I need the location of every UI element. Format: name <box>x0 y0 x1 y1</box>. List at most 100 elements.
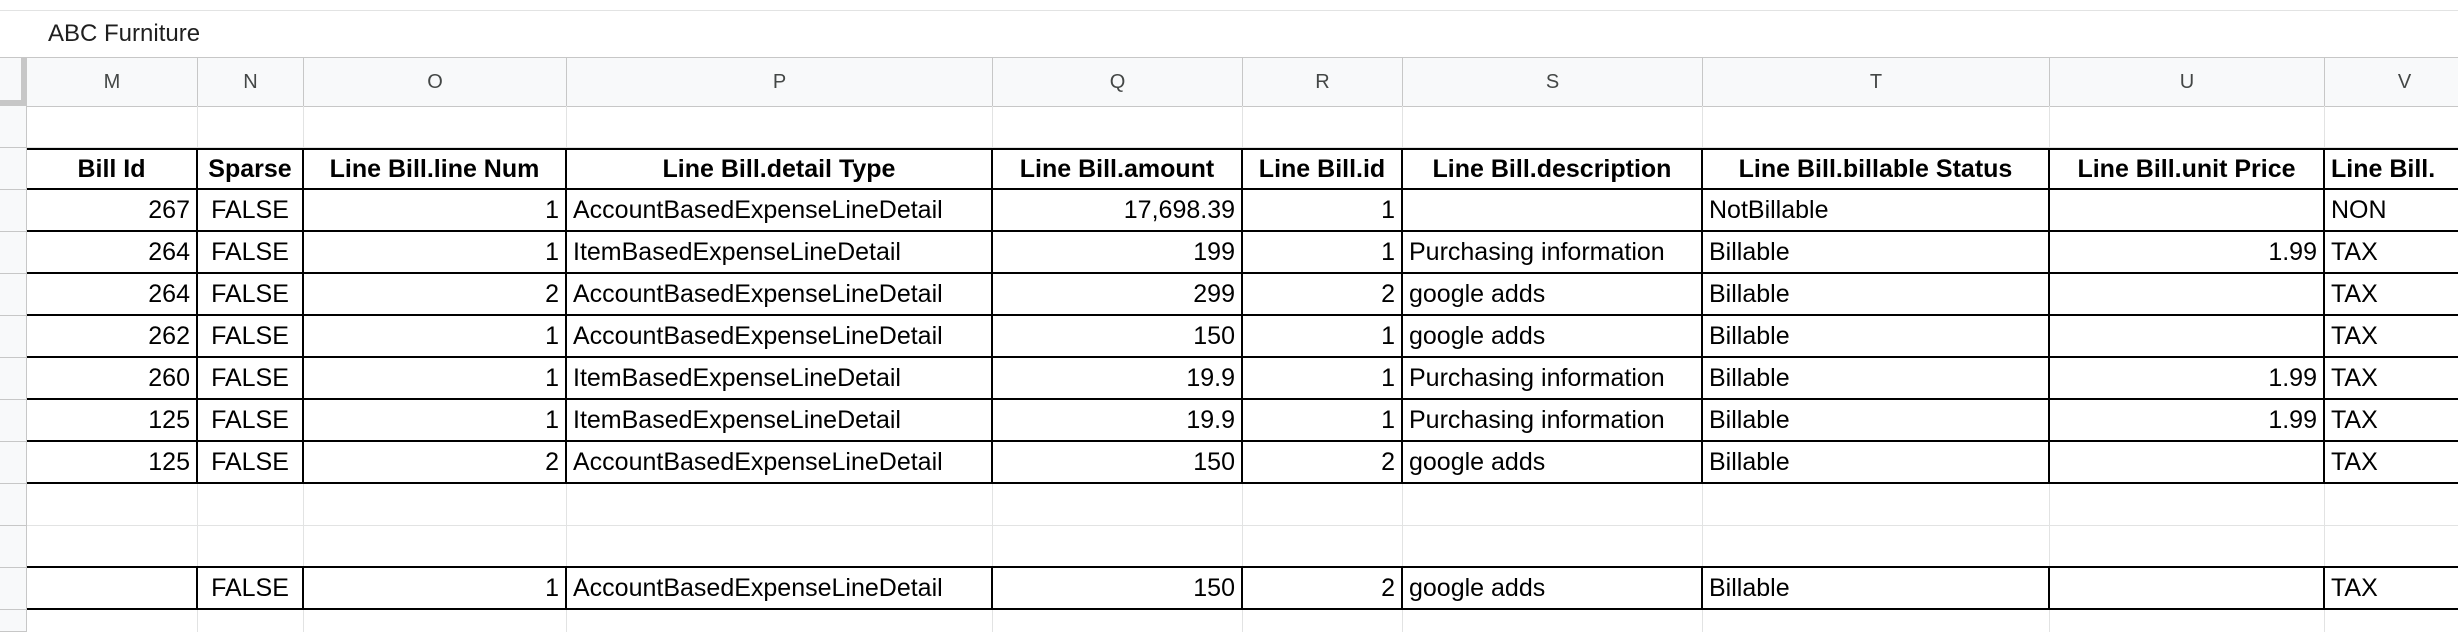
cell[interactable] <box>1703 610 2050 632</box>
cell-detail-type[interactable]: AccountBasedExpenseLineDetail <box>567 316 993 356</box>
cell[interactable] <box>198 106 304 147</box>
cell-bill-id[interactable]: 125 <box>27 400 198 440</box>
header-cell-amount[interactable]: Line Bill.amount <box>993 150 1243 188</box>
cell[interactable] <box>304 484 567 525</box>
row-header[interactable] <box>0 568 27 610</box>
column-header-v[interactable]: V <box>2325 58 2458 106</box>
cell-tax-code[interactable]: TAX <box>2325 316 2458 356</box>
cell-line-num[interactable]: 1 <box>304 568 567 608</box>
cell-line-num[interactable]: 2 <box>304 442 567 482</box>
cell[interactable] <box>1243 526 1403 566</box>
header-cell-detail-type[interactable]: Line Bill.detail Type <box>567 150 993 188</box>
cell-tax-code[interactable]: TAX <box>2325 442 2458 482</box>
cell-bill-id[interactable]: 125 <box>27 442 198 482</box>
cell-billable-status[interactable]: Billable <box>1703 358 2050 398</box>
cell-id[interactable]: 1 <box>1243 358 1403 398</box>
cell[interactable] <box>304 106 567 147</box>
cell-line-num[interactable]: 1 <box>304 400 567 440</box>
header-cell-sparse[interactable]: Sparse <box>198 150 304 188</box>
cell-id[interactable]: 1 <box>1243 316 1403 356</box>
cell-tax-code[interactable]: TAX <box>2325 568 2458 608</box>
cell-bill-id[interactable]: 267 <box>27 190 198 230</box>
cell-billable-status[interactable]: Billable <box>1703 274 2050 314</box>
cell-id[interactable]: 1 <box>1243 232 1403 272</box>
formula-bar-value[interactable]: ABC Furniture <box>48 19 200 49</box>
cell-id[interactable]: 2 <box>1243 274 1403 314</box>
cell[interactable] <box>567 106 993 147</box>
cell[interactable] <box>27 526 198 566</box>
cell-sparse[interactable]: FALSE <box>198 316 304 356</box>
cell[interactable] <box>2325 106 2458 147</box>
cell-bill-id[interactable]: 264 <box>27 274 198 314</box>
cell-description[interactable]: google adds <box>1403 316 1703 356</box>
header-cell-id[interactable]: Line Bill.id <box>1243 150 1403 188</box>
cell-line-num[interactable]: 1 <box>304 358 567 398</box>
cell[interactable] <box>27 106 198 147</box>
cell-amount[interactable]: 199 <box>993 232 1243 272</box>
cell-unit-price[interactable]: 1.99 <box>2050 400 2325 440</box>
cell-bill-id[interactable]: 260 <box>27 358 198 398</box>
cell-unit-price[interactable] <box>2050 274 2325 314</box>
cell[interactable] <box>1703 484 2050 525</box>
cell-description[interactable]: google adds <box>1403 274 1703 314</box>
cell-unit-price[interactable] <box>2050 316 2325 356</box>
column-header-q[interactable]: Q <box>993 58 1243 106</box>
row-header[interactable] <box>0 610 27 632</box>
cell-sparse[interactable]: FALSE <box>198 190 304 230</box>
cell[interactable] <box>2325 484 2458 525</box>
row-header[interactable] <box>0 484 27 526</box>
cell[interactable] <box>567 484 993 525</box>
cell-amount[interactable]: 150 <box>993 316 1243 356</box>
cell-billable-status[interactable]: Billable <box>1703 442 2050 482</box>
row-header[interactable] <box>0 148 27 190</box>
cell-tax-code[interactable]: TAX <box>2325 358 2458 398</box>
cell[interactable] <box>27 610 198 632</box>
cell-bill-id[interactable]: 264 <box>27 232 198 272</box>
cell-description[interactable]: Purchasing information <box>1403 400 1703 440</box>
row-header[interactable] <box>0 526 27 568</box>
row-header[interactable] <box>0 232 27 274</box>
cell-description[interactable]: google adds <box>1403 568 1703 608</box>
cell-tax-code[interactable]: NON <box>2325 190 2458 230</box>
cell-billable-status[interactable]: Billable <box>1703 316 2050 356</box>
cell[interactable] <box>304 526 567 566</box>
cell-sparse[interactable]: FALSE <box>198 274 304 314</box>
cell[interactable] <box>993 106 1243 147</box>
row-header[interactable] <box>0 274 27 316</box>
cell-id[interactable]: 2 <box>1243 442 1403 482</box>
cell-sparse[interactable]: FALSE <box>198 442 304 482</box>
cell[interactable] <box>27 484 198 525</box>
cell[interactable] <box>1703 526 2050 566</box>
header-cell-bill-id[interactable]: Bill Id <box>27 150 198 188</box>
cell-sparse[interactable]: FALSE <box>198 232 304 272</box>
cell-description[interactable]: Purchasing information <box>1403 358 1703 398</box>
header-cell-description[interactable]: Line Bill.description <box>1403 150 1703 188</box>
cell[interactable] <box>2325 610 2458 632</box>
cell-billable-status[interactable]: Billable <box>1703 400 2050 440</box>
cell[interactable] <box>1243 610 1403 632</box>
row-header[interactable] <box>0 400 27 442</box>
header-cell-line-num[interactable]: Line Bill.line Num <box>304 150 567 188</box>
cell-detail-type[interactable]: AccountBasedExpenseLineDetail <box>567 442 993 482</box>
cell-amount[interactable]: 19.9 <box>993 358 1243 398</box>
cell-detail-type[interactable]: AccountBasedExpenseLineDetail <box>567 190 993 230</box>
cell[interactable] <box>198 484 304 525</box>
column-header-u[interactable]: U <box>2050 58 2325 106</box>
cell[interactable] <box>993 526 1243 566</box>
cell-line-num[interactable]: 1 <box>304 316 567 356</box>
cell-tax-code[interactable]: TAX <box>2325 232 2458 272</box>
cell-billable-status[interactable]: Billable <box>1703 568 2050 608</box>
cell-detail-type[interactable]: AccountBasedExpenseLineDetail <box>567 274 993 314</box>
cell[interactable] <box>2325 526 2458 566</box>
header-cell-line-bill-truncated[interactable]: Line Bill. <box>2325 150 2458 188</box>
cell-sparse[interactable]: FALSE <box>198 568 304 608</box>
cell-detail-type[interactable]: ItemBasedExpenseLineDetail <box>567 358 993 398</box>
cell-billable-status[interactable]: NotBillable <box>1703 190 2050 230</box>
row-header[interactable] <box>0 190 27 232</box>
cell-billable-status[interactable]: Billable <box>1703 232 2050 272</box>
select-all-corner[interactable] <box>0 58 27 106</box>
cell-line-num[interactable]: 1 <box>304 232 567 272</box>
cell[interactable] <box>1243 484 1403 525</box>
cell-amount[interactable]: 150 <box>993 442 1243 482</box>
column-header-r[interactable]: R <box>1243 58 1403 106</box>
